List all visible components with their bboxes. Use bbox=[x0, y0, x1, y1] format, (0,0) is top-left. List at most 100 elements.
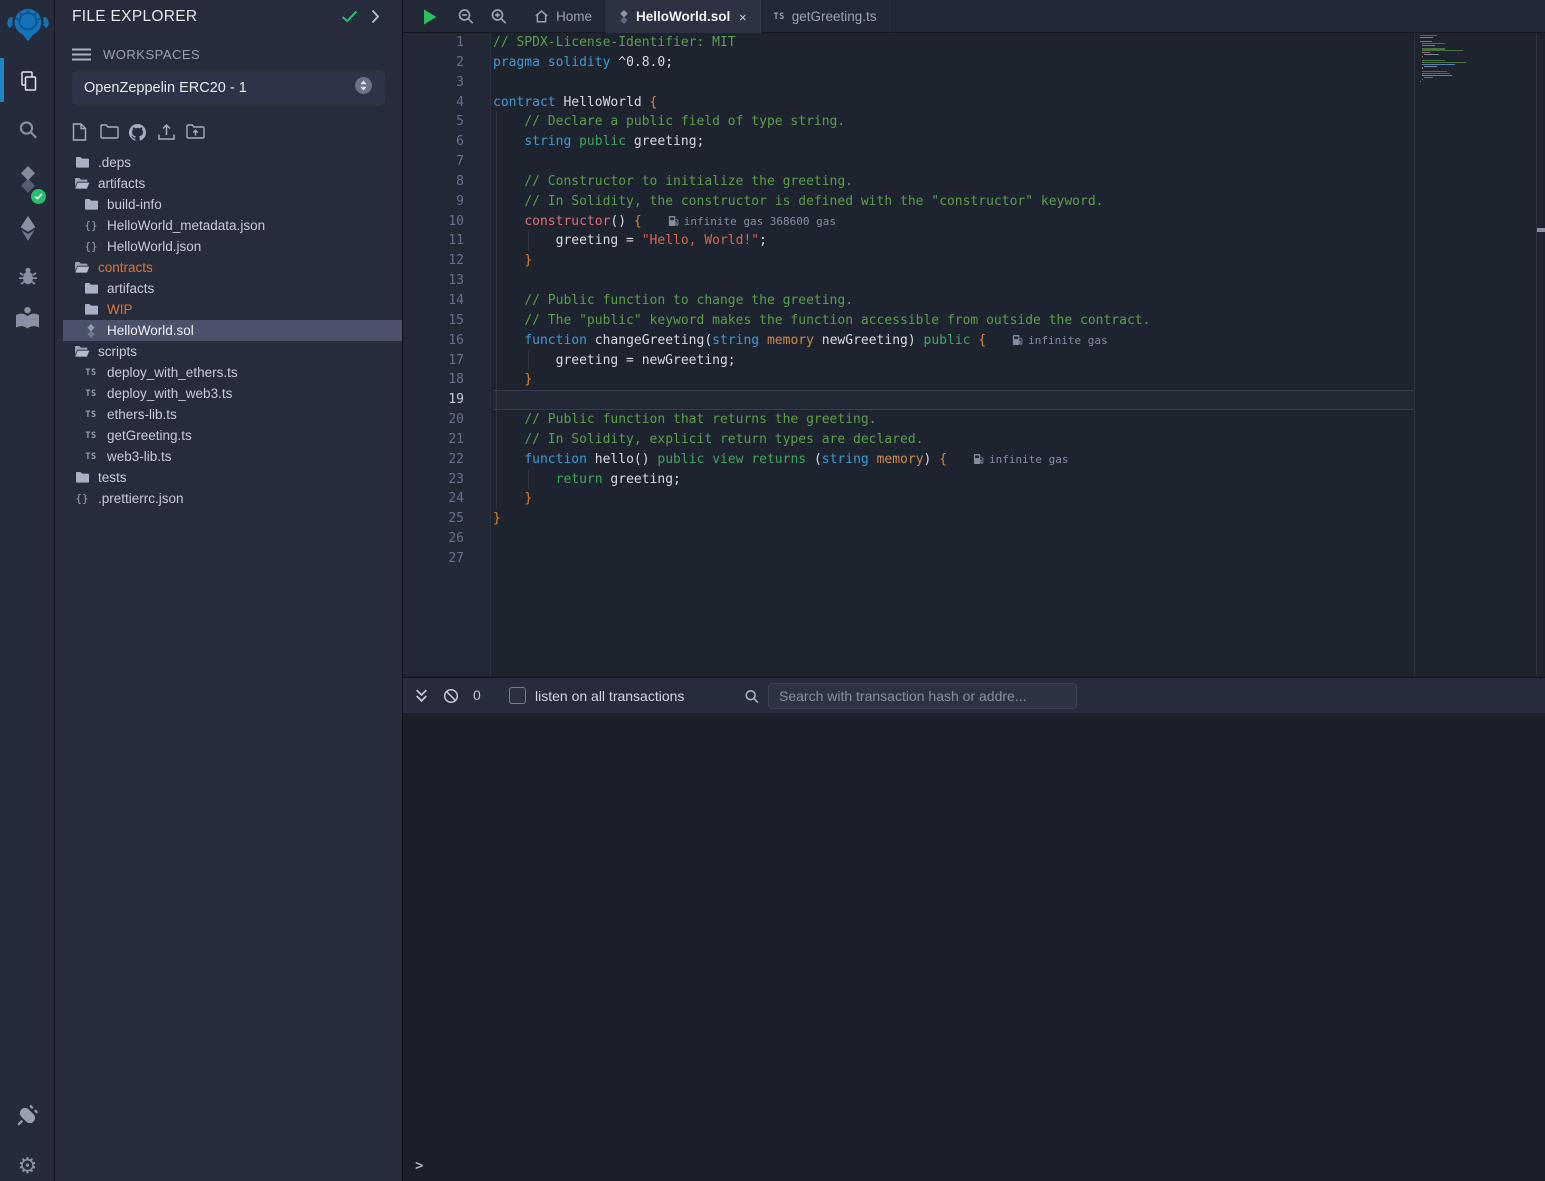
tree-item-tests[interactable]: tests bbox=[55, 467, 402, 488]
code-line[interactable]: // Declare a public field of type string… bbox=[493, 112, 1414, 132]
code-line[interactable]: return greeting; bbox=[493, 470, 1414, 490]
line-number[interactable]: 1 bbox=[403, 33, 490, 53]
hamburger-menu-icon[interactable] bbox=[72, 48, 91, 66]
code-line[interactable]: greeting = "Hello, World!"; bbox=[493, 231, 1414, 251]
tab-Home[interactable]: Home bbox=[521, 0, 606, 33]
line-number[interactable]: 22 bbox=[403, 450, 490, 470]
line-number[interactable]: 2 bbox=[403, 53, 490, 73]
file-explorer-icon[interactable] bbox=[0, 61, 55, 101]
code-line[interactable]: function changeGreeting(string memory ne… bbox=[493, 331, 1414, 351]
line-number[interactable]: 9 bbox=[403, 192, 490, 212]
line-number[interactable]: 21 bbox=[403, 430, 490, 450]
scrollbar-thumb[interactable] bbox=[1537, 228, 1545, 232]
line-number[interactable]: 3 bbox=[403, 73, 490, 93]
collapse-terminal-icon[interactable] bbox=[414, 688, 429, 703]
code-line[interactable]: // Public function to change the greetin… bbox=[493, 291, 1414, 311]
line-number[interactable]: 17 bbox=[403, 351, 490, 371]
tree-item-build-info[interactable]: build-info bbox=[55, 194, 402, 215]
code-line[interactable]: // Constructor to initialize the greetin… bbox=[493, 172, 1414, 192]
minimap[interactable] bbox=[1420, 35, 1500, 86]
tree-item-web3-lib.ts[interactable]: TSweb3-lib.ts bbox=[55, 446, 402, 467]
code-line[interactable] bbox=[493, 271, 1414, 291]
clear-console-icon[interactable] bbox=[443, 688, 459, 704]
line-number[interactable]: 19 bbox=[403, 390, 490, 410]
remix-logo-icon[interactable] bbox=[0, 3, 55, 51]
github-icon[interactable] bbox=[128, 123, 147, 147]
line-number[interactable]: 24 bbox=[403, 489, 490, 509]
line-number[interactable]: 11 bbox=[403, 231, 490, 251]
tab-HelloWorld.sol[interactable]: HelloWorld.sol✕ bbox=[606, 0, 761, 33]
line-number[interactable]: 26 bbox=[403, 529, 490, 549]
run-script-icon[interactable] bbox=[415, 0, 445, 33]
tree-item-ethers-lib.ts[interactable]: TSethers-lib.ts bbox=[55, 404, 402, 425]
tree-item-.deps[interactable]: .deps bbox=[55, 152, 402, 173]
tree-item-HelloWorld.json[interactable]: {}HelloWorld.json bbox=[55, 236, 402, 257]
line-number[interactable]: 8 bbox=[403, 172, 490, 192]
line-number[interactable]: 23 bbox=[403, 470, 490, 490]
plugin-manager-icon[interactable] bbox=[0, 1095, 55, 1135]
code-line[interactable]: } bbox=[493, 370, 1414, 390]
line-number[interactable]: 13 bbox=[403, 271, 490, 291]
line-number[interactable]: 6 bbox=[403, 132, 490, 152]
debugger-icon[interactable] bbox=[0, 256, 55, 296]
tree-item-deploy_with_web3.ts[interactable]: TSdeploy_with_web3.ts bbox=[55, 383, 402, 404]
search-icon[interactable] bbox=[0, 110, 55, 150]
code-line[interactable]: // The "public" keyword makes the functi… bbox=[493, 311, 1414, 331]
code-line[interactable]: // In Solidity, the constructor is defin… bbox=[493, 192, 1414, 212]
line-number[interactable]: 14 bbox=[403, 291, 490, 311]
line-number[interactable]: 18 bbox=[403, 370, 490, 390]
line-number[interactable]: 5 bbox=[403, 112, 490, 132]
code-line[interactable] bbox=[493, 390, 1414, 410]
code-line[interactable]: greeting = newGreeting; bbox=[493, 351, 1414, 371]
unit-testing-icon[interactable] bbox=[0, 298, 55, 338]
code-line[interactable]: } bbox=[493, 509, 1414, 529]
code-line[interactable]: } bbox=[493, 489, 1414, 509]
deploy-run-icon[interactable] bbox=[0, 208, 55, 248]
tree-item-HelloWorld.sol[interactable]: HelloWorld.sol bbox=[63, 320, 402, 341]
tree-item-deploy_with_ethers.ts[interactable]: TSdeploy_with_ethers.ts bbox=[55, 362, 402, 383]
code-line[interactable]: string public greeting; bbox=[493, 132, 1414, 152]
code-line[interactable] bbox=[493, 529, 1414, 549]
tree-item-getGreeting.ts[interactable]: TSgetGreeting.ts bbox=[55, 425, 402, 446]
tree-item-contracts[interactable]: contracts bbox=[55, 257, 402, 278]
line-number[interactable]: 12 bbox=[403, 251, 490, 271]
line-number[interactable]: 10 bbox=[403, 212, 490, 232]
line-number[interactable]: 20 bbox=[403, 410, 490, 430]
code-editor[interactable]: 1234567891011121314151617181920212223242… bbox=[403, 33, 1545, 676]
upload-folder-icon[interactable] bbox=[186, 123, 205, 144]
tree-item-artifacts[interactable]: artifacts bbox=[55, 278, 402, 299]
solidity-compiler-icon[interactable] bbox=[0, 158, 55, 202]
tree-item-WIP[interactable]: WIP bbox=[55, 299, 402, 320]
code-line[interactable] bbox=[493, 152, 1414, 172]
line-number[interactable]: 16 bbox=[403, 331, 490, 351]
code-line[interactable]: } bbox=[493, 251, 1414, 271]
tree-item-.prettierrc.json[interactable]: {}.prettierrc.json bbox=[55, 488, 402, 509]
line-number[interactable]: 27 bbox=[403, 549, 490, 569]
code-line[interactable]: // In Solidity, explicit return types ar… bbox=[493, 430, 1414, 450]
code-line[interactable]: pragma solidity ^0.8.0; bbox=[493, 53, 1414, 73]
new-folder-icon[interactable] bbox=[100, 123, 119, 144]
scrollbar-track[interactable] bbox=[1536, 33, 1545, 676]
settings-icon[interactable]: ⚙ bbox=[0, 1146, 55, 1181]
close-icon[interactable]: ✕ bbox=[739, 10, 746, 24]
tab-getGreeting.ts[interactable]: TSgetGreeting.ts bbox=[761, 0, 891, 33]
new-file-icon[interactable] bbox=[72, 123, 87, 146]
line-number[interactable]: 15 bbox=[403, 311, 490, 331]
tree-item-scripts[interactable]: scripts bbox=[55, 341, 402, 362]
transaction-search-input[interactable] bbox=[768, 683, 1077, 709]
chevron-right-icon[interactable] bbox=[371, 9, 380, 29]
code-line[interactable] bbox=[493, 549, 1414, 569]
tree-item-artifacts[interactable]: artifacts bbox=[55, 173, 402, 194]
listen-transactions-checkbox[interactable] bbox=[509, 687, 526, 704]
code-line[interactable]: constructor() {infinite gas 368600 gas bbox=[493, 212, 1414, 232]
code-line[interactable]: contract HelloWorld { bbox=[493, 93, 1414, 113]
code-line[interactable]: // SPDX-License-Identifier: MIT bbox=[493, 33, 1414, 53]
code-line[interactable]: // Public function that returns the gree… bbox=[493, 410, 1414, 430]
code-line[interactable]: function hello() public view returns (st… bbox=[493, 450, 1414, 470]
code-line[interactable] bbox=[493, 73, 1414, 93]
workspace-select[interactable]: OpenZeppelin ERC20 - 1 bbox=[72, 70, 385, 106]
tree-item-HelloWorld_metadata.json[interactable]: {}HelloWorld_metadata.json bbox=[55, 215, 402, 236]
zoom-out-icon[interactable] bbox=[451, 0, 481, 33]
terminal-console[interactable]: > bbox=[403, 713, 1545, 1181]
line-number[interactable]: 25 bbox=[403, 509, 490, 529]
